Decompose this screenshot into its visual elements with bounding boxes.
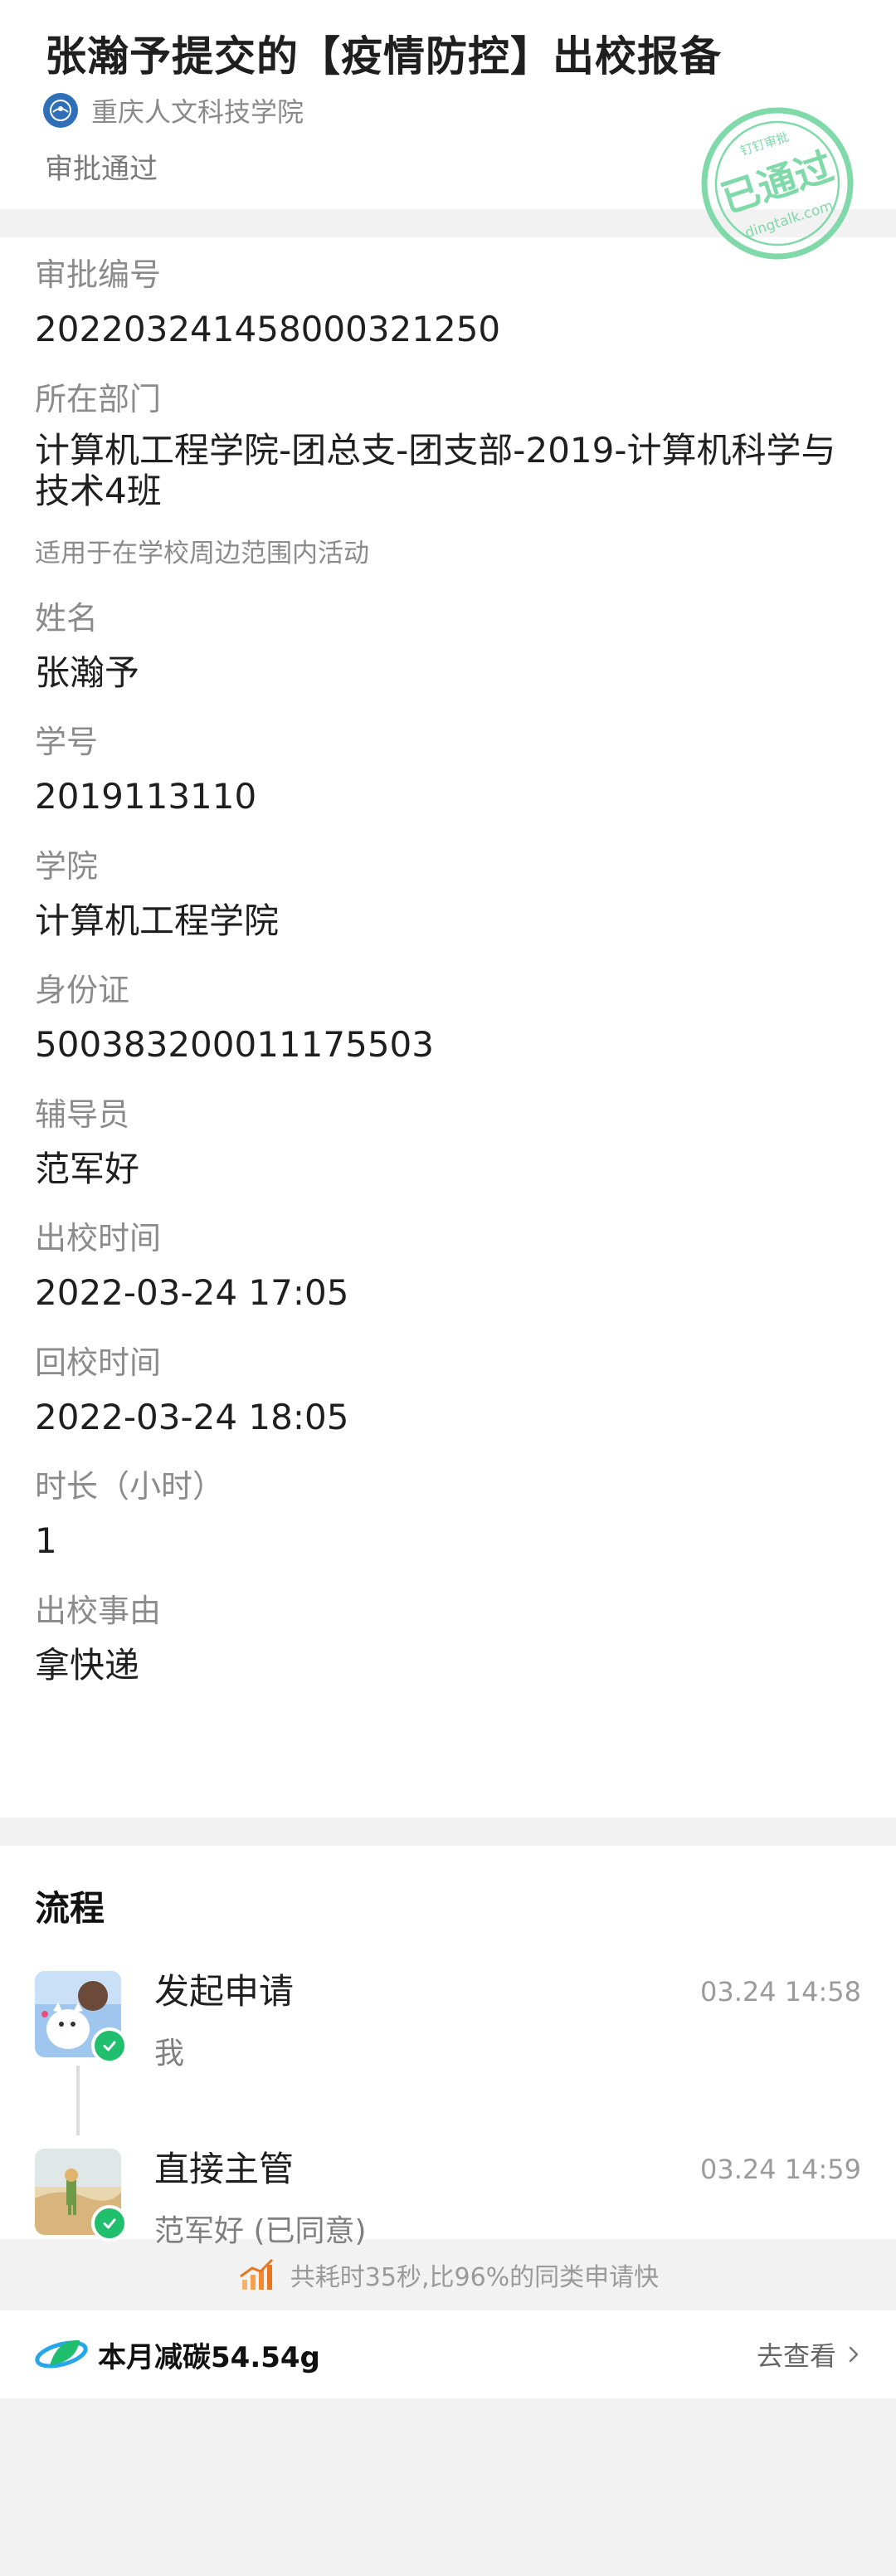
step-time: 03.24 14:59 [700, 2154, 861, 2186]
carbon-bar[interactable]: 本月减碳54.54g 去查看 [0, 2310, 896, 2398]
field-id-card: 身份证 500383200011175503 [35, 974, 861, 1066]
field-return-time: 回校时间 2022-03-24 18:05 [35, 1347, 861, 1438]
school-logo-icon [43, 93, 78, 128]
field-label: 时长（小时） [35, 1468, 225, 1505]
view-link-label: 去查看 [756, 2340, 836, 2372]
flow-step-initiate[interactable]: 发起申请 我 03.24 14:58 [35, 1971, 861, 2135]
field-label: 学院 [35, 847, 99, 885]
approval-header: 张瀚予提交的【疫情防控】出校报备 重庆人文科技学院 审批通过 钉钉审批 已通过 … [0, 0, 896, 260]
avatar[interactable] [35, 2149, 128, 2242]
organization: 重庆人文科技学院 [43, 91, 304, 129]
view-carbon-link[interactable]: 去查看 [757, 2335, 863, 2374]
efficiency-text: 共耗时35秒,比96%的同类申请快 [290, 2263, 660, 2292]
field-label: 身份证 [35, 972, 130, 1009]
flow-title: 流程 [35, 1888, 105, 1929]
page-title: 张瀚予提交的【疫情防控】出校报备 [45, 32, 722, 80]
field-leave-time: 出校时间 2022-03-24 17:05 [35, 1222, 861, 1314]
field-label: 回校时间 [35, 1344, 162, 1381]
organization-name: 重庆人文科技学院 [91, 96, 304, 128]
carbon-reduction-text: 本月减碳54.54g [98, 2340, 320, 2374]
field-value: 张瀚予 [35, 651, 140, 693]
field-value: 1 [35, 1520, 57, 1562]
field-value: 计算机工程学院-团总支-团支部-2019-计算机科学与技术4班 [35, 429, 836, 512]
approved-check-icon [91, 2205, 128, 2242]
field-counselor: 辅导员 范军好 [35, 1099, 861, 1190]
avatar[interactable] [35, 1971, 128, 2064]
field-duration: 时长（小时） 1 [35, 1471, 861, 1562]
step-person: 我 [154, 2037, 185, 2071]
field-note: 适用于在学校周边范围内活动 [35, 538, 369, 568]
bottom-spacer [0, 2398, 896, 2576]
field-department: 所在部门 计算机工程学院-团总支-团支部-2019-计算机科学与技术4班 适用于… [35, 383, 861, 569]
field-value: 范军好 [35, 1148, 140, 1189]
flow-connector [76, 2066, 80, 2135]
field-label: 学号 [35, 724, 99, 761]
field-value: 计算机工程学院 [35, 900, 280, 941]
form-fields: 审批编号 202203241458000321250 所在部门 计算机工程学院-… [0, 237, 896, 1817]
field-value: 500383200011175503 [35, 1024, 434, 1066]
field-label: 出校事由 [35, 1593, 162, 1630]
approval-flow: 流程 发起申请 我 03.24 14:58 直接主管 范军好 (已同意) 03.… [0, 1846, 896, 2248]
leaf-icon [35, 2339, 88, 2369]
field-value: 2022-03-24 18:05 [35, 1396, 349, 1437]
field-student-id: 学号 2019113110 [35, 726, 861, 817]
field-label: 辅导员 [35, 1095, 130, 1133]
chevron-right-icon [849, 2346, 859, 2363]
field-label: 姓名 [35, 599, 99, 637]
approval-status: 审批通过 [45, 153, 158, 186]
field-college: 学院 计算机工程学院 [35, 851, 861, 942]
flow-step-supervisor[interactable]: 直接主管 范军好 (已同意) 03.24 14:59 [35, 2149, 861, 2250]
field-name: 姓名 张瀚予 [35, 603, 861, 694]
field-label: 所在部门 [35, 380, 162, 417]
step-person: 范军好 (已同意) [154, 2214, 367, 2249]
stamp-top-text: 钉钉审批 [738, 129, 791, 159]
field-reason: 出校事由 拿快递 [35, 1595, 861, 1686]
step-time: 03.24 14:58 [700, 1976, 861, 2008]
bar-chart-icon [239, 2258, 273, 2290]
field-value: 2022-03-24 17:05 [35, 1272, 349, 1314]
field-value: 202203241458000321250 [35, 309, 501, 349]
field-label: 出校时间 [35, 1220, 162, 1257]
approved-check-icon [91, 2027, 128, 2064]
field-value: 2019113110 [35, 776, 257, 817]
field-value: 拿快递 [35, 1645, 140, 1686]
section-divider [0, 1817, 896, 1846]
